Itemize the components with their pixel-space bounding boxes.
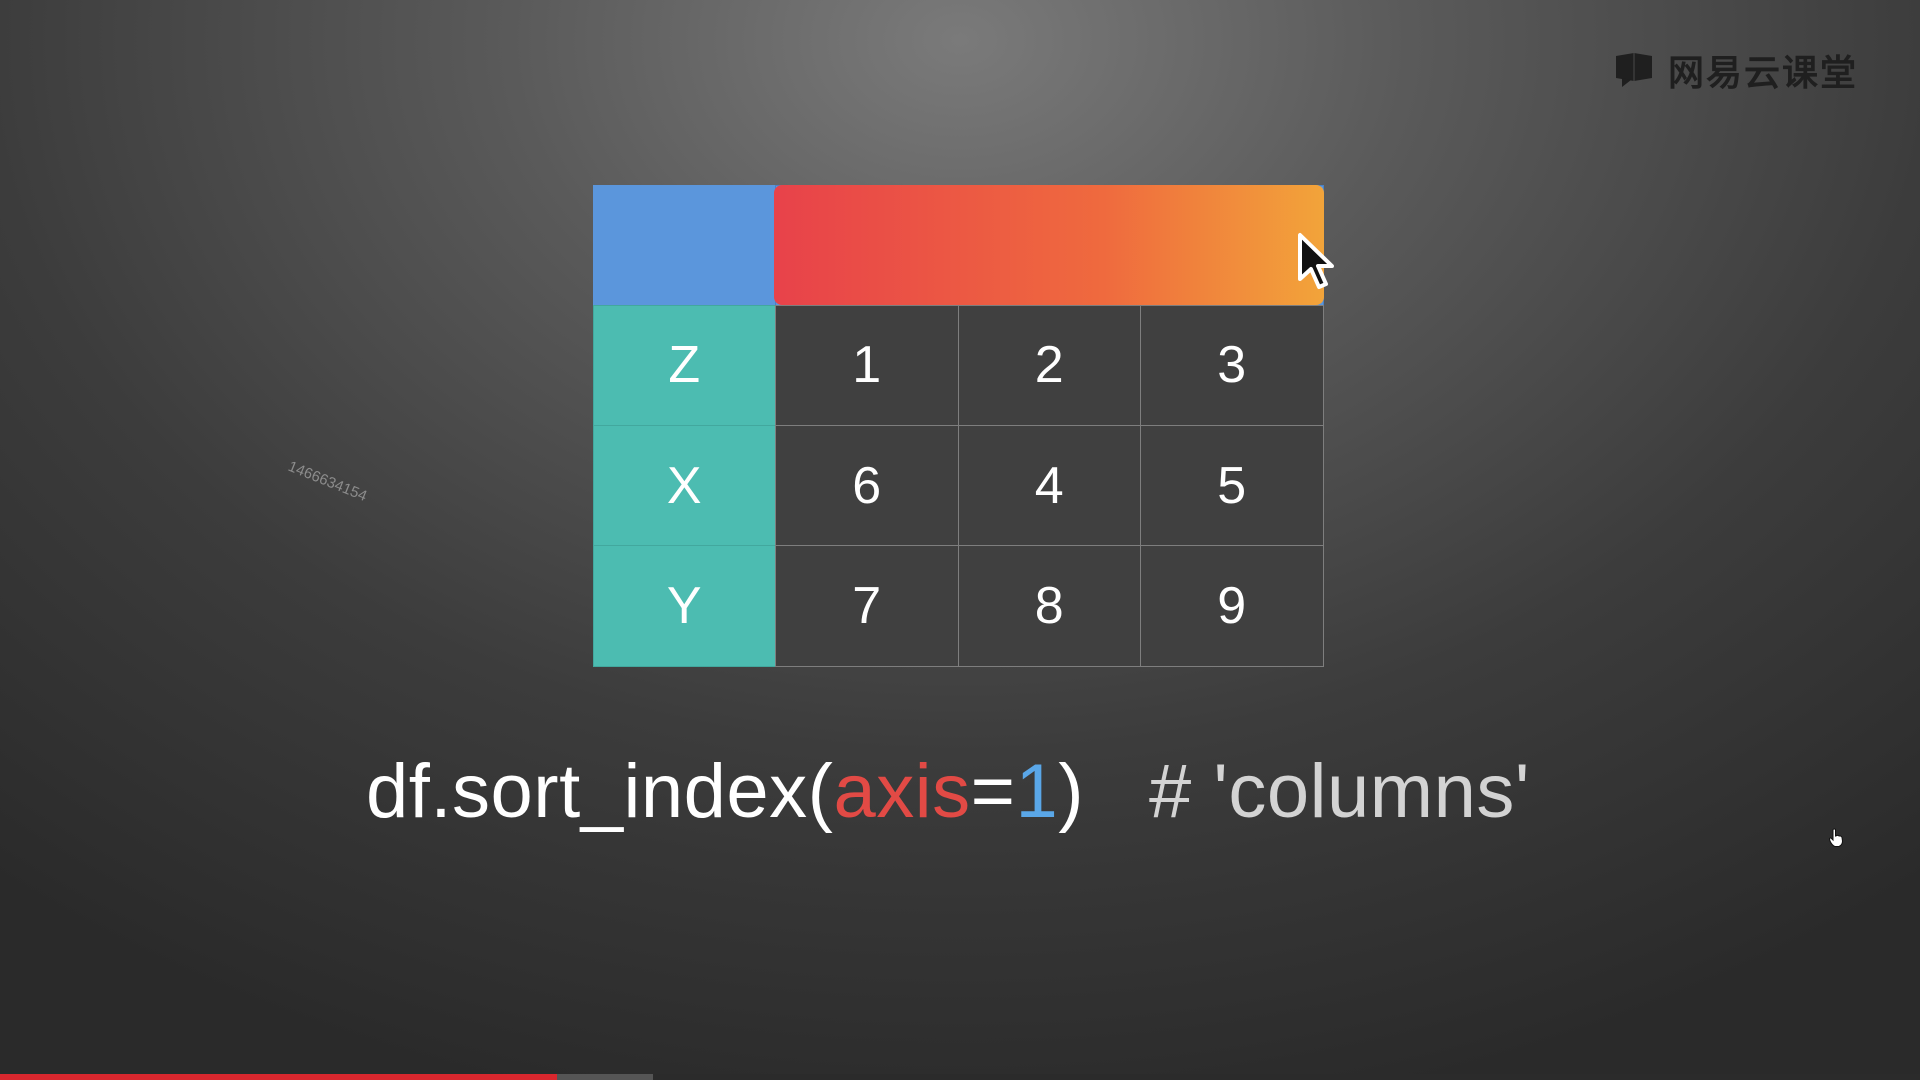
- table-cell: 3: [1140, 304, 1324, 426]
- brand-logo: 网易云课堂: [1614, 44, 1858, 96]
- code-equals: =: [970, 749, 1016, 834]
- code-snippet: df.sort_index(axis=1) # 'columns': [366, 748, 1530, 835]
- table-cell: 1: [775, 304, 959, 426]
- table-cell: 2: [957, 304, 1141, 426]
- brand-name: 网易云课堂: [1667, 53, 1858, 94]
- user-id-watermark: 1466634154: [285, 458, 370, 506]
- dataframe-grid: C A B Z 1 2 3 X 6 4 5 Y 7 8 9: [592, 184, 1324, 667]
- column-header-a: A: [957, 184, 1141, 306]
- column-header-c: C: [775, 184, 959, 306]
- row-index-y: Y: [592, 545, 776, 667]
- code-call: df.sort_index(: [366, 749, 834, 834]
- video-progress-bar[interactable]: [0, 1074, 1920, 1080]
- table-cell: 4: [957, 425, 1141, 547]
- table-cell: 6: [775, 425, 959, 547]
- arrow-cursor-icon: [1298, 233, 1334, 289]
- progress-played: [0, 1074, 557, 1080]
- row-index-x: X: [592, 425, 776, 547]
- code-arg-value: 1: [1015, 749, 1059, 834]
- hand-pointer-icon: [1828, 828, 1844, 847]
- row-index-z: Z: [592, 304, 776, 426]
- table-cell: 9: [1140, 545, 1324, 667]
- code-arg-name: axis: [833, 749, 971, 834]
- code-comment: # 'columns': [1148, 749, 1530, 834]
- corner-cell: [592, 184, 776, 306]
- book-chat-logo-icon: [1615, 53, 1652, 87]
- code-close-paren: ): [1058, 749, 1085, 834]
- dataframe-table: C A B Z 1 2 3 X 6 4 5 Y 7 8 9: [592, 184, 1324, 667]
- table-cell: 8: [957, 545, 1141, 667]
- table-cell: 7: [775, 545, 959, 667]
- table-cell: 5: [1140, 425, 1324, 547]
